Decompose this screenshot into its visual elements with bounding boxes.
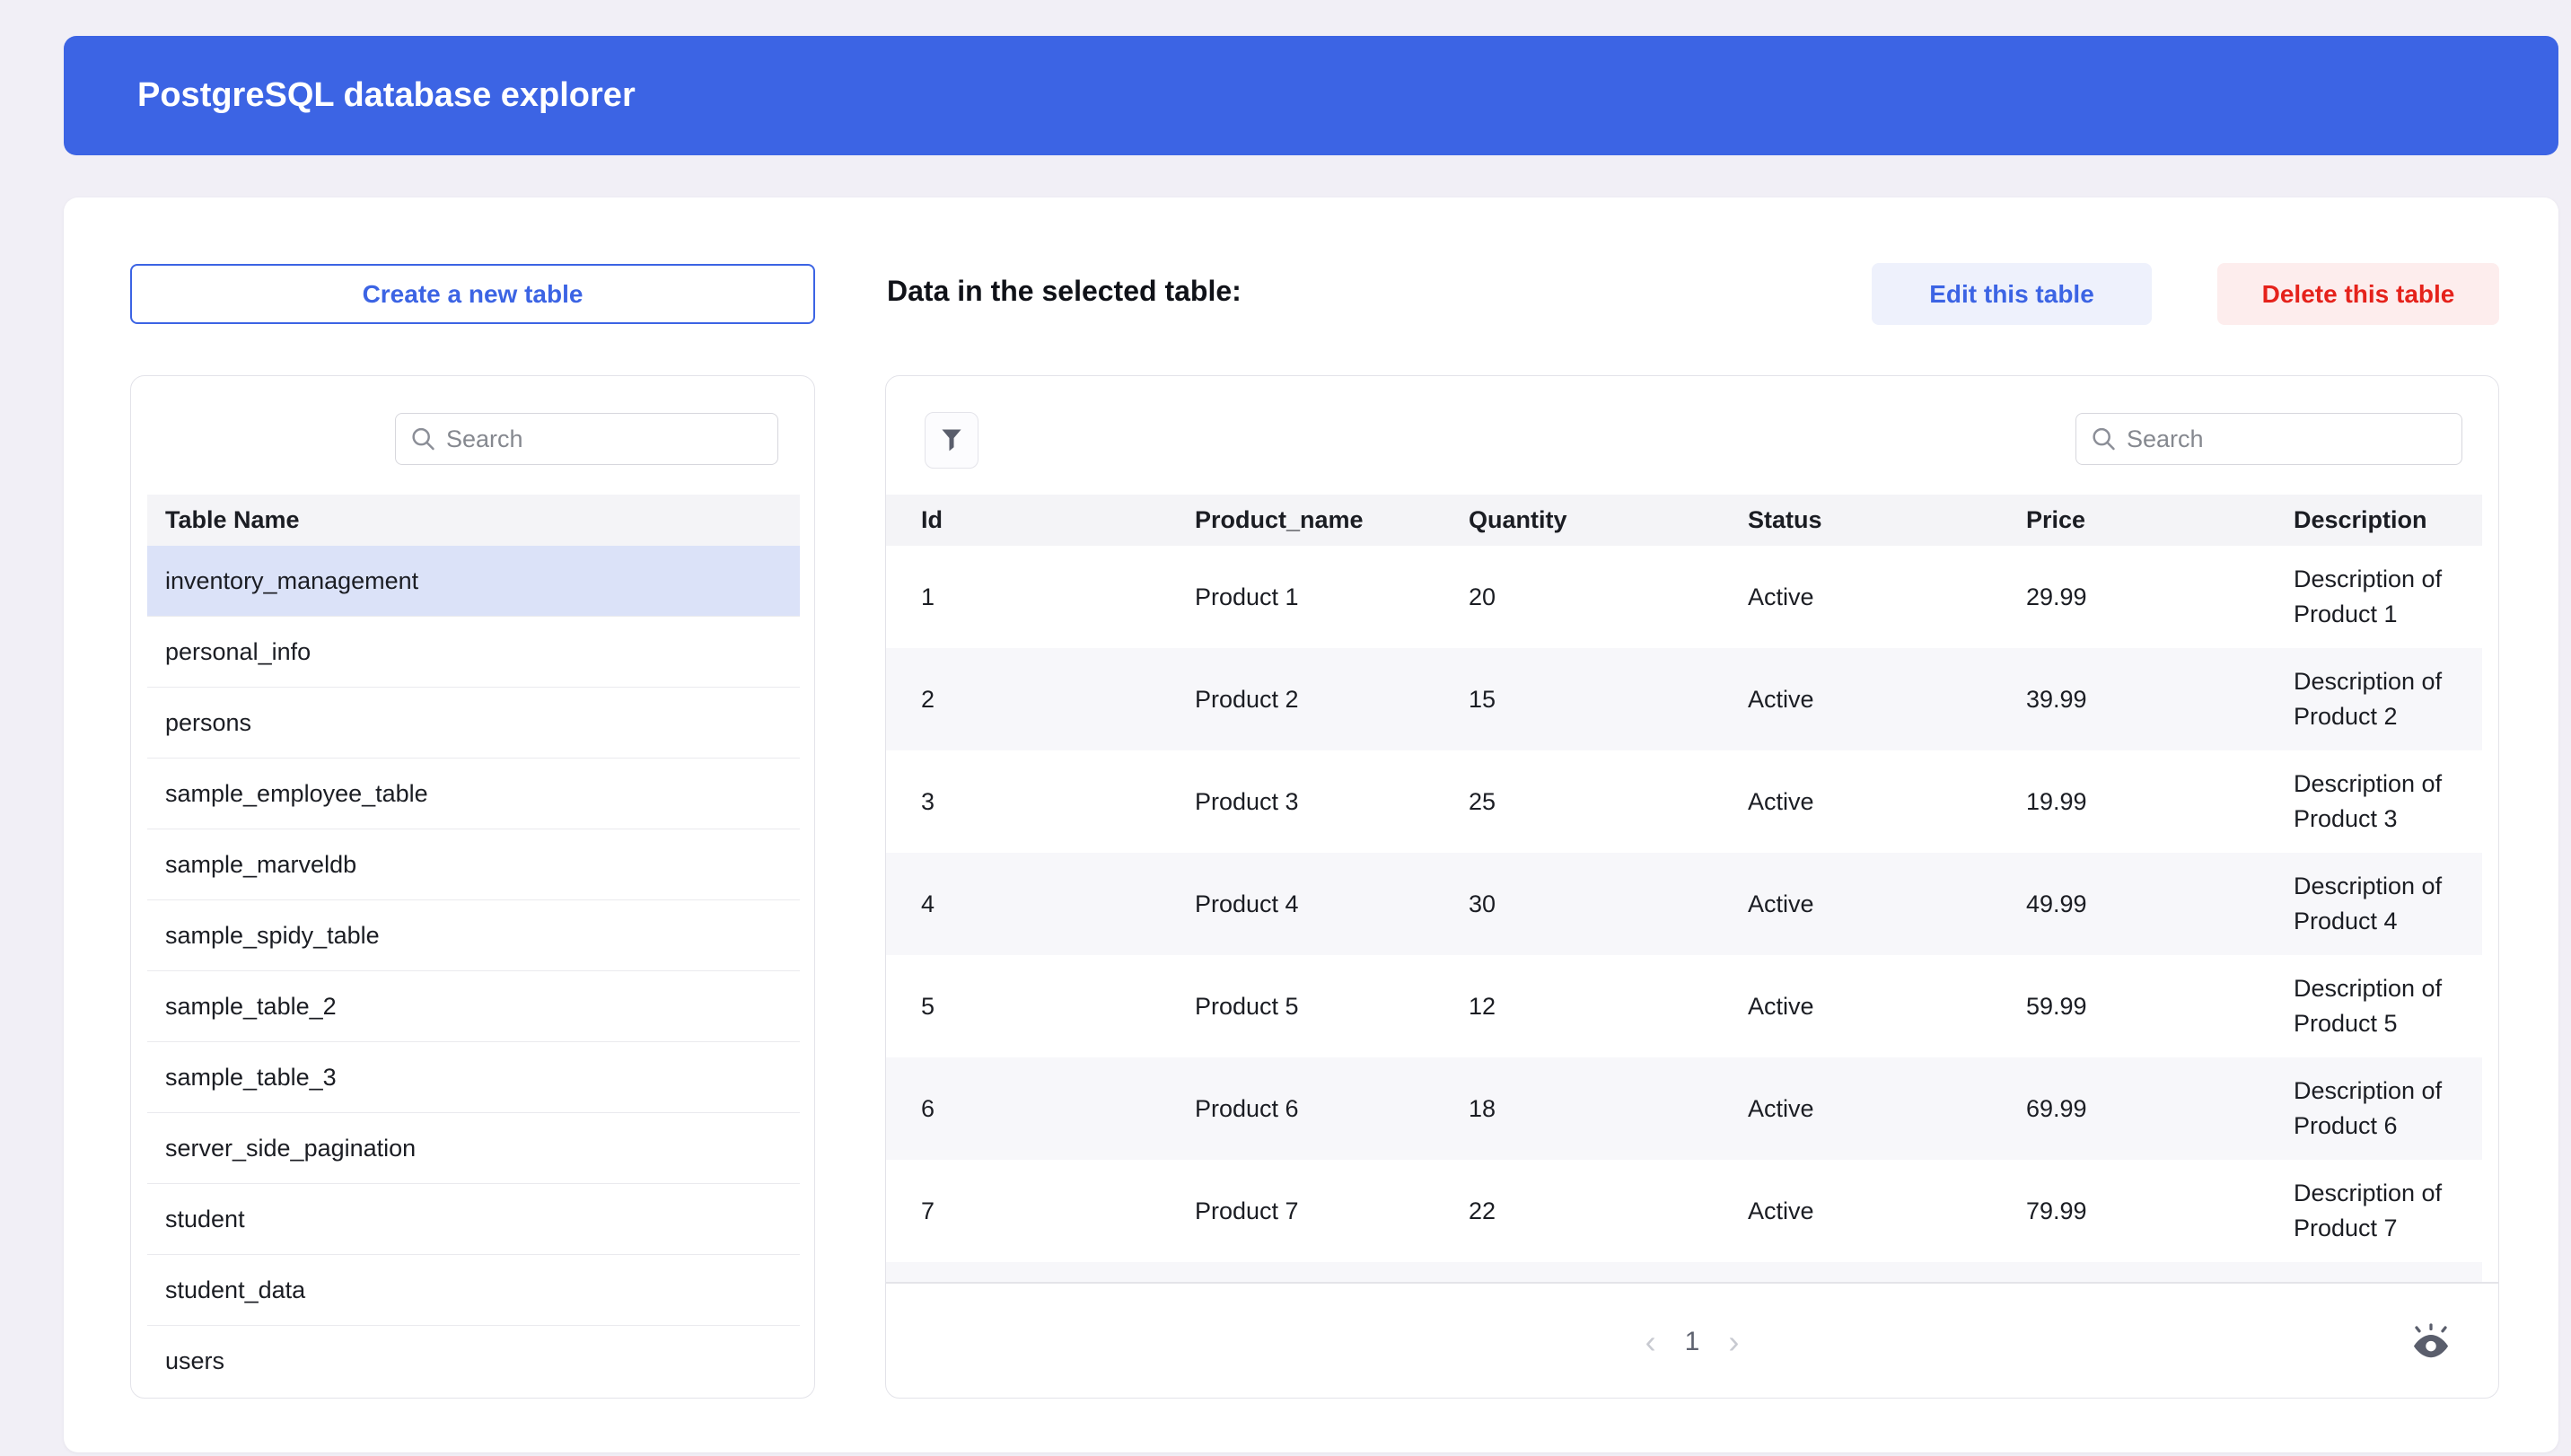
table-row[interactable]: 3 Product 3 25 Active 19.99 Description … bbox=[886, 750, 2482, 853]
data-panel: Id Product_name Quantity Status Price De… bbox=[885, 375, 2499, 1399]
table-item-sample-employee-table[interactable]: sample_employee_table bbox=[147, 759, 800, 829]
cell-status: Active bbox=[1748, 1197, 2026, 1225]
content-card: Create a new table Data in the selected … bbox=[64, 197, 2558, 1452]
table-row[interactable]: 5 Product 5 12 Active 59.99 Description … bbox=[886, 955, 2482, 1057]
table-item-sample-table-2[interactable]: sample_table_2 bbox=[147, 971, 800, 1042]
cell-status: Active bbox=[1748, 583, 2026, 611]
table-item-inventory-management[interactable]: inventory_management bbox=[147, 546, 800, 617]
table-row[interactable]: 4 Product 4 30 Active 49.99 Description … bbox=[886, 853, 2482, 955]
cell-id: 6 bbox=[921, 1095, 1195, 1123]
table-row[interactable]: 2 Product 2 15 Active 39.99 Description … bbox=[886, 648, 2482, 750]
funnel-icon bbox=[941, 428, 962, 452]
cell-description: Description of Product 6 bbox=[2294, 1074, 2480, 1144]
data-rows: 1 Product 1 20 Active 29.99 Description … bbox=[886, 546, 2482, 1262]
delete-table-button[interactable]: Delete this table bbox=[2217, 263, 2499, 325]
column-header-id[interactable]: Id bbox=[921, 506, 1195, 534]
cell-quantity: 20 bbox=[1469, 583, 1748, 611]
page-number: 1 bbox=[1685, 1327, 1700, 1357]
cell-price: 49.99 bbox=[2026, 890, 2294, 918]
table-row[interactable]: 1 Product 1 20 Active 29.99 Description … bbox=[886, 546, 2482, 648]
cell-description: Description of Product 1 bbox=[2294, 562, 2480, 632]
cell-product-name: Product 2 bbox=[1195, 686, 1469, 714]
data-search-input[interactable] bbox=[2075, 413, 2462, 465]
table-item-users[interactable]: users bbox=[147, 1326, 800, 1397]
cell-product-name: Product 1 bbox=[1195, 583, 1469, 611]
cell-product-name: Product 5 bbox=[1195, 993, 1469, 1021]
cell-quantity: 30 bbox=[1469, 890, 1748, 918]
eye-icon[interactable] bbox=[2410, 1321, 2452, 1362]
table-list: inventory_management personal_info perso… bbox=[147, 546, 800, 1397]
cell-product-name: Product 7 bbox=[1195, 1197, 1469, 1225]
table-item-server-side-pagination[interactable]: server_side_pagination bbox=[147, 1113, 800, 1184]
cell-product-name: Product 4 bbox=[1195, 890, 1469, 918]
clipped-row bbox=[886, 1262, 2482, 1282]
create-table-button[interactable]: Create a new table bbox=[130, 264, 815, 324]
cell-status: Active bbox=[1748, 686, 2026, 714]
cell-price: 39.99 bbox=[2026, 686, 2294, 714]
pagination: ‹ 1 › bbox=[886, 1284, 2498, 1399]
cell-product-name: Product 3 bbox=[1195, 788, 1469, 816]
edit-table-button[interactable]: Edit this table bbox=[1872, 263, 2152, 325]
table-item-student-data[interactable]: student_data bbox=[147, 1255, 800, 1326]
cell-id: 1 bbox=[921, 583, 1195, 611]
tables-search bbox=[395, 413, 778, 465]
table-item-personal-info[interactable]: personal_info bbox=[147, 617, 800, 688]
cell-price: 69.99 bbox=[2026, 1095, 2294, 1123]
table-item-sample-marveldb[interactable]: sample_marveldb bbox=[147, 829, 800, 900]
cell-price: 19.99 bbox=[2026, 788, 2294, 816]
filter-button[interactable] bbox=[925, 412, 978, 469]
cell-status: Active bbox=[1748, 788, 2026, 816]
table-row[interactable]: 7 Product 7 22 Active 79.99 Description … bbox=[886, 1160, 2482, 1262]
cell-description: Description of Product 7 bbox=[2294, 1176, 2480, 1246]
cell-id: 4 bbox=[921, 890, 1195, 918]
cell-product-name: Product 6 bbox=[1195, 1095, 1469, 1123]
table-item-sample-table-3[interactable]: sample_table_3 bbox=[147, 1042, 800, 1113]
table-row[interactable]: 6 Product 6 18 Active 69.99 Description … bbox=[886, 1057, 2482, 1160]
cell-quantity: 22 bbox=[1469, 1197, 1748, 1225]
cell-status: Active bbox=[1748, 1095, 2026, 1123]
cell-id: 5 bbox=[921, 993, 1195, 1021]
cell-description: Description of Product 2 bbox=[2294, 664, 2480, 734]
cell-price: 29.99 bbox=[2026, 583, 2294, 611]
app-header: PostgreSQL database explorer bbox=[64, 36, 2558, 155]
data-table-header: Id Product_name Quantity Status Price De… bbox=[886, 495, 2482, 546]
column-header-product-name[interactable]: Product_name bbox=[1195, 506, 1469, 534]
chevron-right-icon[interactable]: › bbox=[1728, 1326, 1739, 1358]
table-item-persons[interactable]: persons bbox=[147, 688, 800, 759]
data-search bbox=[2075, 413, 2462, 465]
column-header-status[interactable]: Status bbox=[1748, 506, 2026, 534]
tables-panel: Table Name inventory_management personal… bbox=[130, 375, 815, 1399]
cell-description: Description of Product 3 bbox=[2294, 767, 2480, 837]
table-item-sample-spidy-table[interactable]: sample_spidy_table bbox=[147, 900, 800, 971]
column-header-quantity[interactable]: Quantity bbox=[1469, 506, 1748, 534]
app-title: PostgreSQL database explorer bbox=[137, 76, 636, 115]
cell-id: 7 bbox=[921, 1197, 1195, 1225]
cell-status: Active bbox=[1748, 993, 2026, 1021]
chevron-left-icon[interactable]: ‹ bbox=[1645, 1326, 1656, 1358]
cell-status: Active bbox=[1748, 890, 2026, 918]
cell-description: Description of Product 4 bbox=[2294, 869, 2480, 939]
column-header-price[interactable]: Price bbox=[2026, 506, 2294, 534]
column-header-description[interactable]: Description bbox=[2294, 506, 2480, 534]
cell-price: 59.99 bbox=[2026, 993, 2294, 1021]
cell-id: 2 bbox=[921, 686, 1195, 714]
cell-id: 3 bbox=[921, 788, 1195, 816]
cell-quantity: 12 bbox=[1469, 993, 1748, 1021]
cell-description: Description of Product 5 bbox=[2294, 971, 2480, 1041]
cell-quantity: 25 bbox=[1469, 788, 1748, 816]
cell-price: 79.99 bbox=[2026, 1197, 2294, 1225]
table-name-column-header[interactable]: Table Name bbox=[147, 495, 800, 546]
tables-search-input[interactable] bbox=[395, 413, 778, 465]
table-footer: ‹ 1 › bbox=[886, 1282, 2498, 1399]
cell-quantity: 15 bbox=[1469, 686, 1748, 714]
cell-quantity: 18 bbox=[1469, 1095, 1748, 1123]
page-heading: Data in the selected table: bbox=[887, 275, 1242, 308]
table-item-student[interactable]: student bbox=[147, 1184, 800, 1255]
